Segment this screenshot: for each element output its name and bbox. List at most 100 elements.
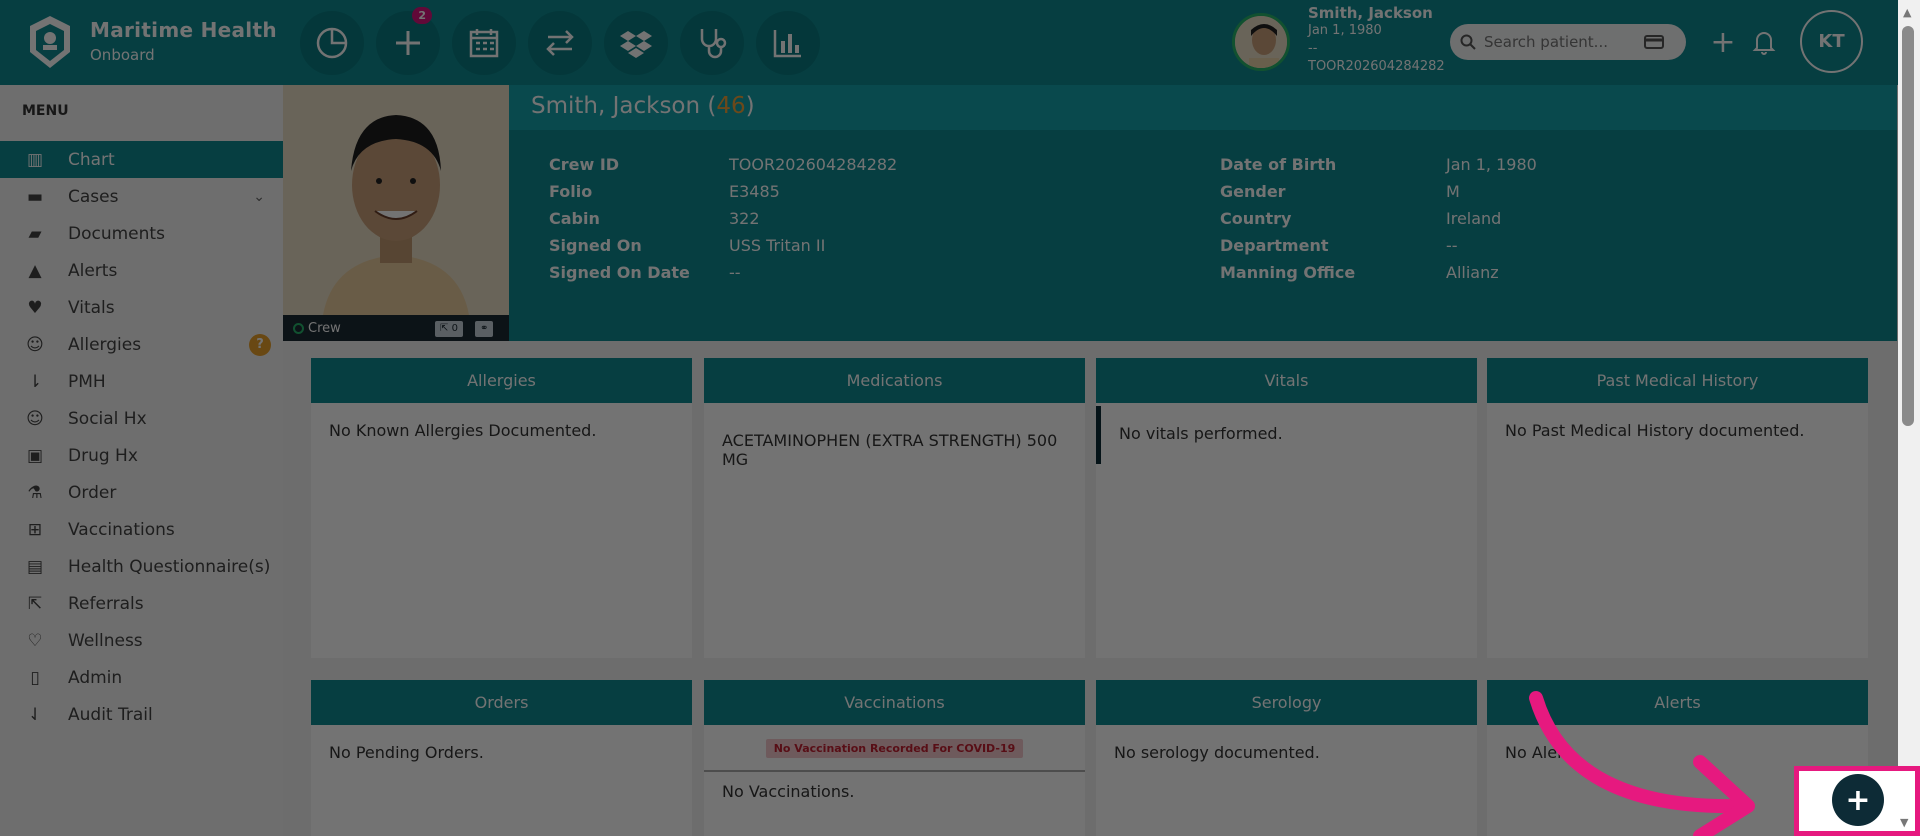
profile-left-fields: Crew ID TOOR202604284282 Folio E3485 Cabin…	[549, 151, 897, 286]
field-label: Signed On Date	[549, 263, 690, 282]
search-input[interactable]	[1484, 33, 1644, 51]
warning-icon: ▲	[28, 260, 42, 281]
menu-label: MENU	[22, 103, 69, 119]
field-value: --	[729, 263, 741, 282]
bell-icon[interactable]	[1748, 26, 1780, 58]
patient-header-dob: Jan 1, 1980	[1308, 23, 1382, 38]
sidebar-item-documents[interactable]: ▰ Documents	[0, 215, 283, 252]
vitals-card: Vitals No vitals performed.	[1096, 358, 1477, 658]
sidebar-item-pmh[interactable]: ⇂ PMH	[0, 363, 283, 400]
add-button[interactable]: 2	[376, 7, 440, 75]
patient-header-crew-id: TOOR202604284282	[1308, 59, 1445, 74]
sidebar-item-label: Admin	[68, 667, 123, 688]
sidebar-item-social-hx[interactable]: ☺ Social Hx	[0, 400, 283, 437]
patient-avatar[interactable]	[1232, 13, 1290, 71]
floating-add-button[interactable]: +	[1832, 774, 1884, 826]
field-label: Manning Office	[1220, 263, 1356, 282]
pie-chart-icon	[316, 27, 348, 59]
field-value: M	[1446, 182, 1460, 201]
sidebar: MENU ▥ Chart ▬ Cases ⌄ ▰ Documents ▲ Alerts ♥…	[0, 85, 283, 836]
medications-card-title[interactable]: Medications	[704, 358, 1085, 403]
field-value: E3485	[729, 182, 780, 201]
card-icon[interactable]	[1644, 34, 1664, 50]
notification-badge: 2	[412, 7, 432, 24]
sidebar-item-label: Documents	[68, 223, 165, 244]
sidebar-item-audit-trail[interactable]: ⇃ Audit Trail	[0, 696, 283, 733]
sidebar-item-drug-hx[interactable]: ▣ Drug Hx	[0, 437, 283, 474]
link-icon[interactable]: ⚭	[475, 321, 494, 337]
vitals-card-title[interactable]: Vitals	[1096, 358, 1477, 403]
stethoscope-button[interactable]	[680, 11, 744, 75]
heart-icon: ♥	[27, 297, 43, 318]
field-label: Cabin	[549, 209, 600, 228]
covid-warning-row: No Vaccination Recorded For COVID-19	[704, 725, 1085, 772]
share-icon: ⇱	[27, 593, 43, 614]
bar-chart-icon	[773, 30, 801, 58]
vaccinations-card-title[interactable]: Vaccinations	[704, 680, 1085, 725]
patient-header-info: Smith, Jackson Jan 1, 1980 -- TOOR202604…	[1308, 4, 1445, 76]
sidebar-item-label: Audit Trail	[68, 704, 153, 725]
patient-header-dash: --	[1308, 41, 1318, 56]
reports-button[interactable]	[756, 11, 820, 75]
patient-photo: Crew ⇱ 0 ⚭	[283, 85, 509, 341]
scroll-down-icon[interactable]: ▼	[1900, 816, 1908, 829]
chevron-down-icon[interactable]: ⌄	[253, 189, 265, 205]
user-avatar[interactable]: KT	[1800, 10, 1863, 73]
sidebar-item-allergies[interactable]: ☺ Allergies?	[0, 326, 283, 363]
profile-name: Smith, Jackson	[531, 93, 701, 119]
medkit-icon: ▣	[26, 445, 44, 466]
serology-card-title[interactable]: Serology	[1096, 680, 1477, 725]
archive-icon: ▬	[26, 186, 44, 207]
sidebar-item-label: Wellness	[68, 630, 143, 651]
document-icon: ▯	[30, 667, 40, 688]
folder-icon: ▰	[28, 223, 42, 244]
sidebar-item-order[interactable]: ⚗ Order	[0, 474, 283, 511]
orders-card-title[interactable]: Orders	[311, 680, 692, 725]
heartbeat-icon: ♡	[27, 630, 43, 651]
scrollbar-thumb[interactable]	[1902, 26, 1914, 426]
face-icon: ☺	[26, 334, 44, 355]
profile-name-strip: Smith, Jackson (46)	[509, 85, 1897, 130]
field-label: Folio	[549, 182, 593, 201]
maritime-health-logo-icon[interactable]	[26, 14, 74, 70]
sidebar-item-label: Chart	[68, 149, 115, 170]
top-plus-icon[interactable]: +	[1706, 24, 1740, 60]
clipboard-icon: ▤	[26, 556, 44, 577]
sidebar-item-wellness[interactable]: ♡ Wellness	[0, 622, 283, 659]
covid-warning-badge: No Vaccination Recorded For COVID-19	[765, 739, 1024, 758]
crew-status: Crew	[308, 320, 341, 336]
field-value: TOOR202604284282	[729, 155, 898, 174]
field-value: 322	[729, 209, 760, 228]
patient-search[interactable]	[1450, 24, 1686, 60]
sidebar-item-cases[interactable]: ▬ Cases ⌄	[0, 178, 283, 215]
vaccinations-card-body: No Vaccinations.	[722, 782, 855, 801]
dropbox-icon	[620, 31, 652, 58]
scroll-up-icon[interactable]: ▲	[1903, 6, 1911, 19]
profile-age: 46	[716, 93, 746, 119]
sidebar-item-alerts[interactable]: ▲ Alerts	[0, 252, 283, 289]
dashboard-pie-button[interactable]	[300, 11, 364, 75]
flask-icon: ⚗	[27, 482, 43, 503]
allergies-card-title[interactable]: Allergies	[311, 358, 692, 403]
pmh-card-title[interactable]: Past Medical History	[1487, 358, 1868, 403]
sidebar-item-health-questionnaires[interactable]: ▤ Health Questionnaire(s)	[0, 548, 283, 585]
page-scrollbar[interactable]: ▲	[1898, 0, 1920, 836]
sidebar-item-label: Allergies	[68, 334, 142, 355]
share-count-tag[interactable]: ⇱ 0	[435, 321, 463, 337]
dropbox-button[interactable]	[604, 11, 668, 75]
transfer-button[interactable]	[528, 11, 592, 75]
share-count: 0	[451, 323, 458, 334]
sidebar-item-referrals[interactable]: ⇱ Referrals	[0, 585, 283, 622]
pmh-card-body: No Past Medical History documented.	[1505, 421, 1805, 440]
sidebar-item-label: Vaccinations	[68, 519, 175, 540]
tutorial-arrow-icon	[1529, 691, 1755, 836]
field-value: --	[1446, 236, 1458, 255]
sidebar-item-label: Alerts	[68, 260, 118, 281]
sidebar-item-vaccinations[interactable]: ⊞ Vaccinations	[0, 511, 283, 548]
calendar-button[interactable]	[452, 11, 516, 75]
sidebar-item-admin[interactable]: ▯ Admin	[0, 659, 283, 696]
sidebar-item-chart[interactable]: ▥ Chart	[0, 141, 283, 178]
patient-header-name: Smith, Jackson	[1308, 4, 1433, 22]
sidebar-item-vitals[interactable]: ♥ Vitals	[0, 289, 283, 326]
medications-card: Medications ACETAMINOPHEN (EXTRA STRENGT…	[704, 358, 1085, 658]
